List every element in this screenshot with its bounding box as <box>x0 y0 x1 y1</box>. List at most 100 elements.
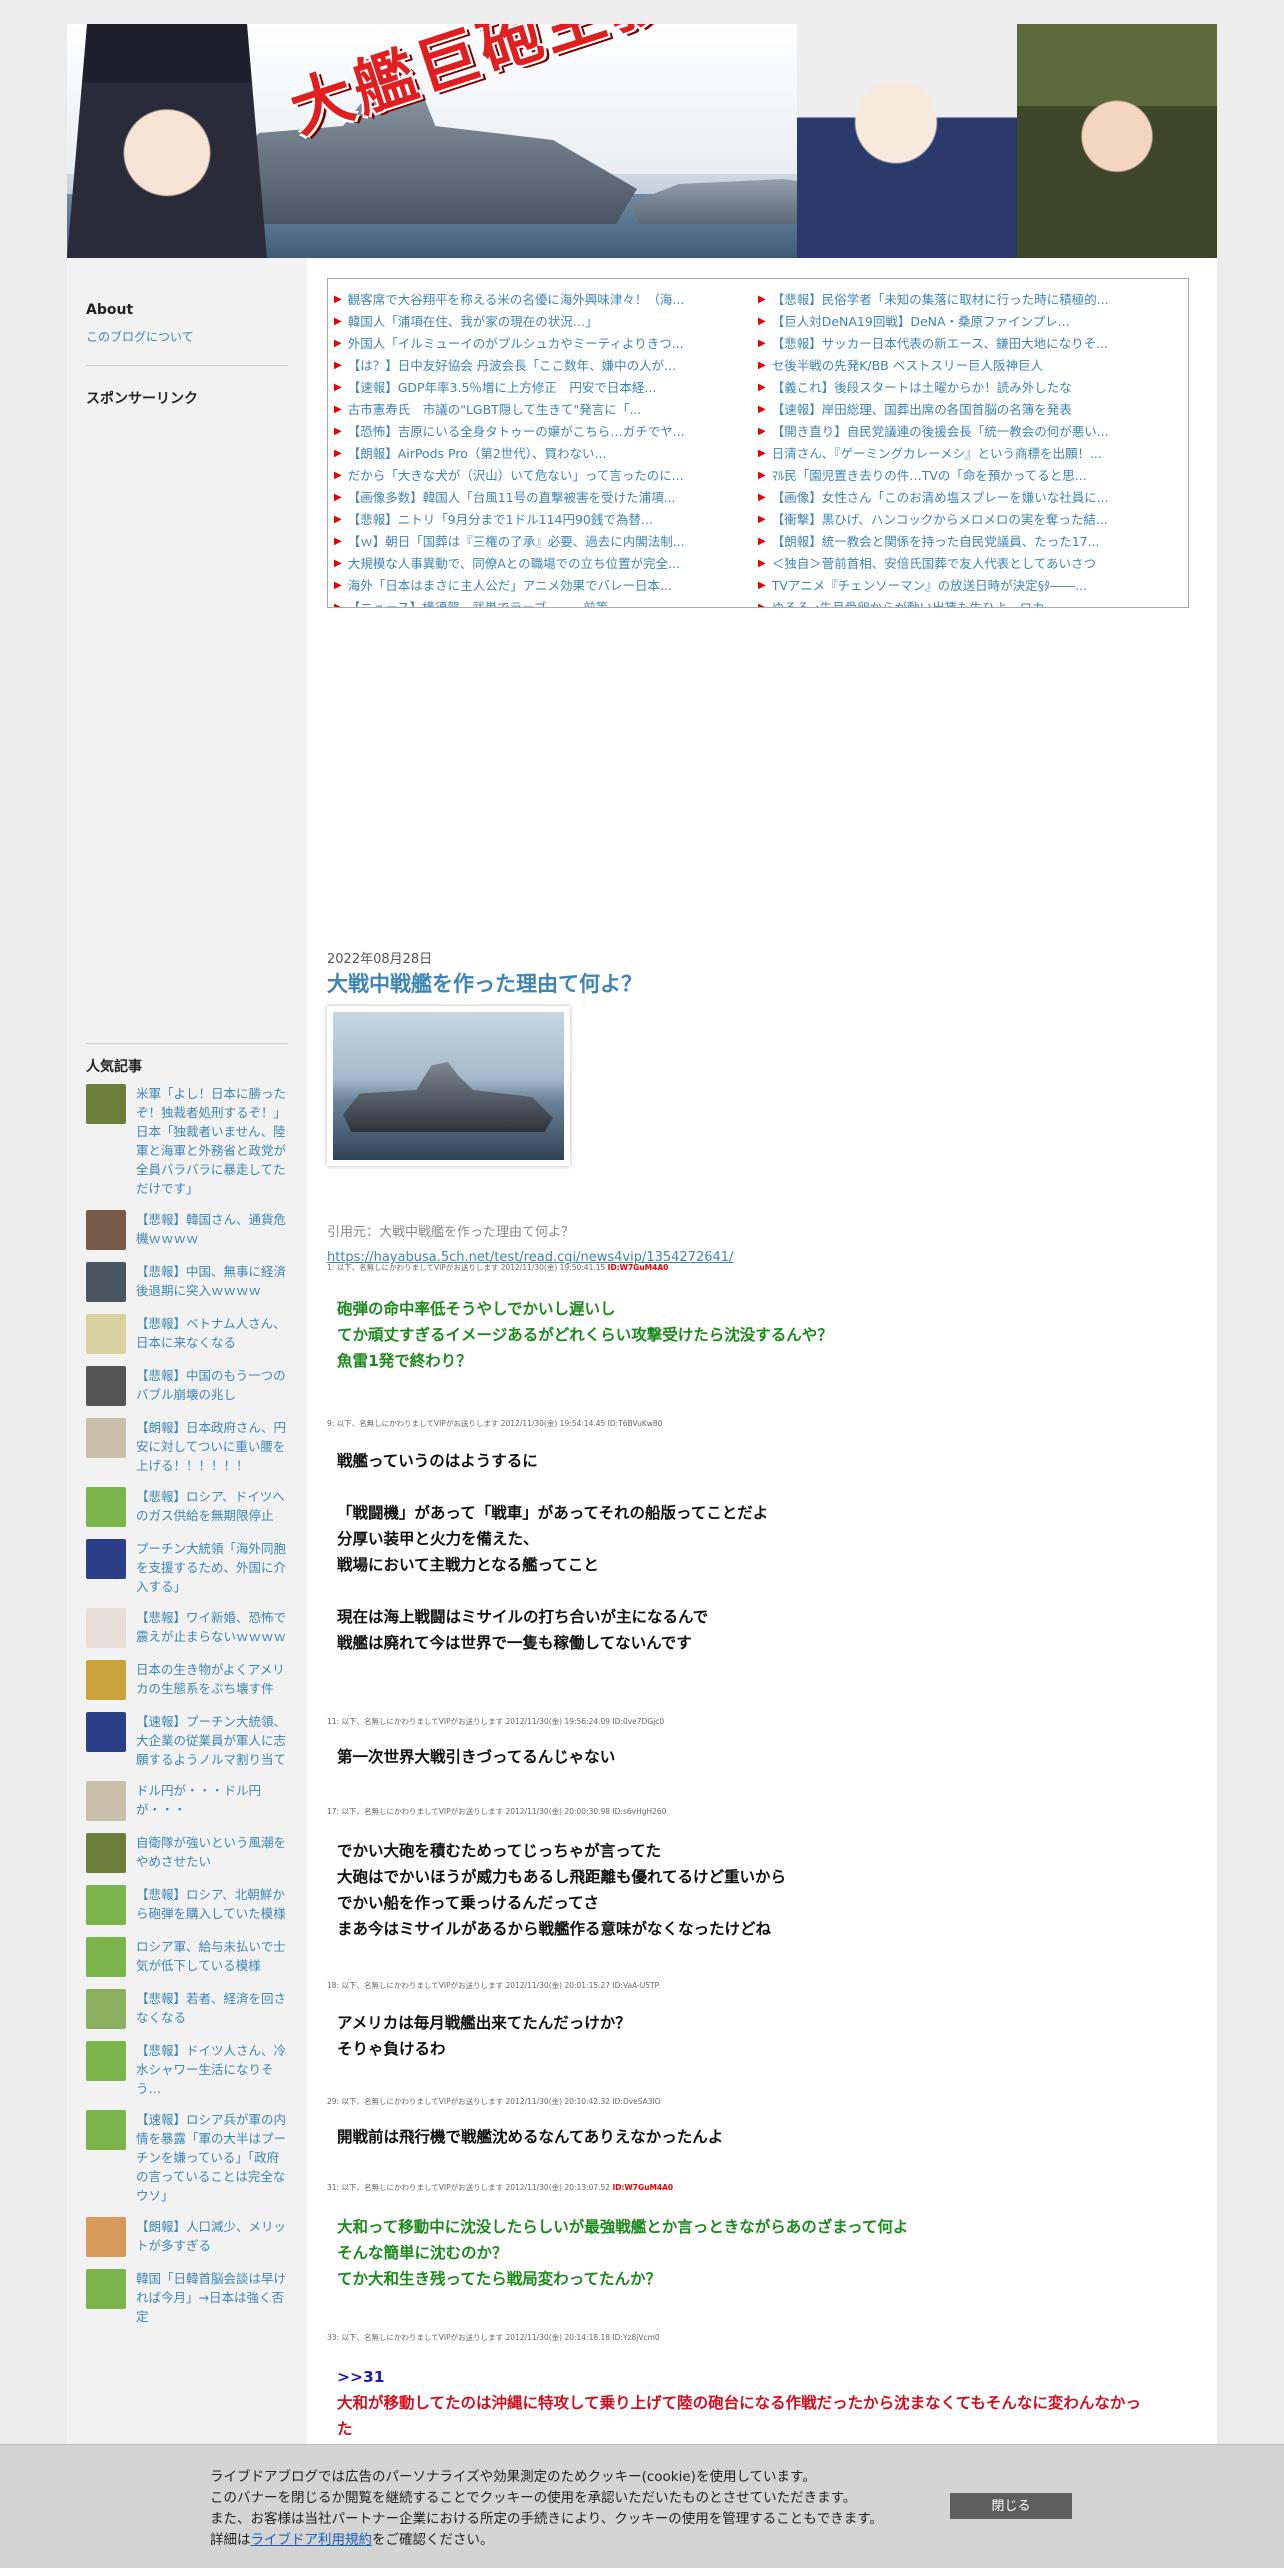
rss-link-item[interactable]: ▶ 【恐怖】吉原にいる全身タトゥーの嬢がこちら…ガチでヤ... <box>334 421 758 443</box>
terms-link[interactable]: ライブドア利用規約 <box>251 2532 373 2548</box>
rss-link-item[interactable]: ▶ 古市憲寿氏 市議の"LGBT隠して生きて"発言に「... <box>334 399 758 421</box>
popular-article-thumbnail[interactable] <box>86 1487 126 1527</box>
rss-link-item[interactable]: ▶ 【朗報】統一教会と関係を持った自民党議員、たった17... <box>758 531 1182 553</box>
popular-article-link[interactable]: 日本の生き物がよくアメリカの生態系をぶち壊す件 <box>136 1660 288 1698</box>
popular-article-link[interactable]: 【朗報】人口減少、メリットが多すぎる <box>136 2217 288 2255</box>
popular-article-item[interactable]: 【悲報】中国のもう一つのバブル崩壊の兆し <box>86 1366 288 1406</box>
popular-article-item[interactable]: 自衛隊が強いという風潮をやめさせたい <box>86 1833 288 1873</box>
popular-article-link[interactable]: 米軍「よし！日本に勝ったぞ！独裁者処刑するぞ！」日本「独裁者いません、陸軍と海軍… <box>136 1084 288 1198</box>
rss-link-item[interactable]: ▶ 【開き直り】自民党議連の後援会長「統一教会の何が悪い... <box>758 421 1182 443</box>
rss-link-item[interactable]: ▶ 韓国人「浦項在住、我が家の現在の状況…」 <box>334 311 758 333</box>
popular-article-link[interactable]: 【悲報】ベトナム人さん、日本に来なくなる <box>136 1314 288 1352</box>
popular-article-item[interactable]: 米軍「よし！日本に勝ったぞ！独裁者処刑するぞ！」日本「独裁者いません、陸軍と海軍… <box>86 1084 288 1198</box>
rss-link-item[interactable]: ▶ セ後半戦の先発K/BB ベストスリー巨人阪神巨人 <box>758 355 1182 377</box>
popular-article-thumbnail[interactable] <box>86 1314 126 1354</box>
popular-article-thumbnail[interactable] <box>86 1885 126 1925</box>
response-meta: 17: 以下、名無しにかわりましてVIPがお送りします 2012/11/30(金… <box>327 1807 667 1816</box>
popular-article-item[interactable]: 【朗報】日本政府さん、円安に対してついに重い腰を上げる！！！！！！ <box>86 1418 288 1475</box>
rss-link-item[interactable]: ▶ 【義これ】後段スタートは土曜からか！読み外したな <box>758 377 1182 399</box>
popular-article-link[interactable]: 自衛隊が強いという風潮をやめさせたい <box>136 1833 288 1871</box>
popular-article-item[interactable]: 【悲報】ドイツ人さん、冷水シャワー生活になりそう… <box>86 2041 288 2098</box>
rss-link-item[interactable]: ▶ 大規模な人事異動で、同僚Aとの職場での立ち位置が完全... <box>334 553 758 575</box>
popular-article-thumbnail[interactable] <box>86 1833 126 1873</box>
popular-article-thumbnail[interactable] <box>86 1989 126 2029</box>
post-title[interactable]: 大戦中戦艦を作った理由て何よ？ <box>327 968 642 998</box>
rss-link-item[interactable]: ▶ 【ｗ】朝日「国葬は『三権の了承』必要、過去に内閣法制... <box>334 531 758 553</box>
popular-article-thumbnail[interactable] <box>86 1418 126 1458</box>
popular-article-link[interactable]: 【悲報】韓国さん、通貨危機ｗｗｗｗ <box>136 1210 288 1248</box>
cookie-close-button[interactable]: 閉じる <box>950 2493 1072 2519</box>
popular-article-thumbnail[interactable] <box>86 1210 126 1250</box>
popular-article-link[interactable]: 【悲報】ドイツ人さん、冷水シャワー生活になりそう… <box>136 2041 288 2098</box>
about-link[interactable]: このブログについて <box>86 328 194 345</box>
popular-article-link[interactable]: 【悲報】ロシア、ドイツへのガス供給を無期限停止 <box>136 1487 288 1525</box>
popular-article-link[interactable]: ロシア軍、給与未払いで士気が低下している模様 <box>136 1937 288 1975</box>
popular-article-item[interactable]: 【悲報】若者、経済を回さなくなる <box>86 1989 288 2029</box>
popular-article-link[interactable]: 【速報】プーチン大統領、大企業の従業員が軍人に志願するようノルマ割り当て <box>136 1712 288 1769</box>
popular-article-thumbnail[interactable] <box>86 2217 126 2257</box>
popular-article-thumbnail[interactable] <box>86 1781 126 1821</box>
popular-article-item[interactable]: 【朗報】人口減少、メリットが多すぎる <box>86 2217 288 2257</box>
post-thumbnail[interactable] <box>327 1006 570 1166</box>
rss-link-item[interactable]: ▶ 【悲報】サッカー日本代表の新エース、鎌田大地になりそ... <box>758 333 1182 355</box>
popular-article-thumbnail[interactable] <box>86 1366 126 1406</box>
popular-article-item[interactable]: 【悲報】中国、無事に経済後退期に突入ｗｗｗｗ <box>86 1262 288 1302</box>
popular-article-item[interactable]: 【悲報】ワイ新婚、恐怖で震えが止まらないｗｗｗｗ <box>86 1608 288 1648</box>
popular-article-link[interactable]: 【悲報】ワイ新婚、恐怖で震えが止まらないｗｗｗｗ <box>136 1608 288 1646</box>
popular-article-link[interactable]: 【速報】ロシア兵が軍の内情を暴露「軍の大半はプーチンを嫌っている」「政府の言って… <box>136 2110 288 2205</box>
popular-article-thumbnail[interactable] <box>86 1937 126 1977</box>
rss-link-item[interactable]: ▶ 【悲報】民俗学者「未知の集落に取材に行った時に積極的... <box>758 289 1182 311</box>
rss-link-item[interactable]: ▶ 【朗報】AirPods Pro（第2世代）、買わない... <box>334 443 758 465</box>
rss-link-item[interactable]: ▶ 【巨人対DeNA19回戦】DeNA・桑原ファインプレ... <box>758 311 1182 333</box>
popular-article-thumbnail[interactable] <box>86 1660 126 1700</box>
popular-article-link[interactable]: 【悲報】若者、経済を回さなくなる <box>136 1989 288 2027</box>
rss-column-left: ▶ 観客席で大谷翔平を称える米の名優に海外興味津々！（海... ▶ 韓国人「浦項在住、… <box>334 289 758 607</box>
popular-article-link[interactable]: 【悲報】中国、無事に経済後退期に突入ｗｗｗｗ <box>136 1262 288 1300</box>
popular-article-item[interactable]: プーチン大統領「海外同胞を支援するため、外国に介入する」 <box>86 1539 288 1596</box>
header-banner[interactable]: 大艦巨砲主義！ <box>67 24 1217 258</box>
popular-article-link[interactable]: 韓国「日韓首脳会談は早ければ今月」→日本は強く否定 <box>136 2269 288 2326</box>
rss-link-item[interactable]: ▶ だから「大きな犬が（沢山）いて危ない」って言ったのに... <box>334 465 758 487</box>
page: 大艦巨砲主義！ About このブログについて スポンサーリンク 人気記事 米軍… <box>67 24 1217 2568</box>
popular-article-item[interactable]: 【速報】プーチン大統領、大企業の従業員が軍人に志願するようノルマ割り当て <box>86 1712 288 1769</box>
popular-article-thumbnail[interactable] <box>86 1084 126 1124</box>
popular-article-item[interactable]: 日本の生き物がよくアメリカの生態系をぶち壊す件 <box>86 1660 288 1700</box>
popular-article-link[interactable]: 【悲報】ロシア、北朝鮮から砲弾を購入していた模様 <box>136 1885 288 1923</box>
popular-article-item[interactable]: ロシア軍、給与未払いで士気が低下している模様 <box>86 1937 288 1977</box>
rss-link-item[interactable]: ▶ 【画像】女性さん「このお清め塩スプレーを嫌いな社員に... <box>758 487 1182 509</box>
popular-article-item[interactable]: 韓国「日韓首脳会談は早ければ今月」→日本は強く否定 <box>86 2269 288 2326</box>
reply-anchor-link[interactable]: >>31 <box>337 2364 1141 2390</box>
rss-link-item[interactable]: ▶ 【速報】GDP年率3.5％増に上方修正 円安で日本経... <box>334 377 758 399</box>
rss-link-item[interactable]: ▶ 【悲報】ニトリ「9月分まで1ドル114円90銭で為替... <box>334 509 758 531</box>
rss-link-item[interactable]: ▶ 外国人「イルミューイのがプルシュカやミーティよりきつ... <box>334 333 758 355</box>
popular-article-thumbnail[interactable] <box>86 1262 126 1302</box>
popular-article-link[interactable]: プーチン大統領「海外同胞を支援するため、外国に介入する」 <box>136 1539 288 1596</box>
popular-article-thumbnail[interactable] <box>86 1608 126 1648</box>
popular-article-item[interactable]: 【悲報】韓国さん、通貨危機ｗｗｗｗ <box>86 1210 288 1250</box>
rss-link-item[interactable]: ▶ 【ニュース】横須賀 武巣でラーブ ... 前等 <box>334 597 758 607</box>
rss-link-item[interactable]: ▶ 観客席で大谷翔平を称える米の名優に海外興味津々！（海... <box>334 289 758 311</box>
popular-article-link[interactable]: 【悲報】中国のもう一つのバブル崩壊の兆し <box>136 1366 288 1404</box>
rss-link-item[interactable]: ▶ 【画像多数】韓国人「台風11号の直撃被害を受けた浦項... <box>334 487 758 509</box>
rss-link-item[interactable]: ▶ 海外「日本はまさに主人公だ」アニメ効果でバレー日本... <box>334 575 758 597</box>
popular-article-item[interactable]: 【悲報】ロシア、ドイツへのガス供給を無期限停止 <box>86 1487 288 1527</box>
rss-link-item[interactable]: ▶ 【速報】岸田総理、国葬出席の各国首脳の名簿を発表 <box>758 399 1182 421</box>
rss-link-item[interactable]: ▶ TVアニメ『チェンソーマン』の放送日時が決定§ﾀ――... <box>758 575 1182 597</box>
rss-link-item[interactable]: ▶ ゆるる→先月骨卵からが動い出賃も生ひよ、ロカ... <box>758 597 1182 607</box>
popular-article-item[interactable]: ドル円が・・・ドル円が・・・ <box>86 1781 288 1821</box>
popular-article-thumbnail[interactable] <box>86 2041 126 2081</box>
rss-link-item[interactable]: ▶ 日清さん、『ゲーミングカレーメシ』という商標を出願！... <box>758 443 1182 465</box>
rss-link-item[interactable]: ▶ ﾏﾙ民「園児置き去りの件…TVの「命を預かってると思... <box>758 465 1182 487</box>
popular-article-thumbnail[interactable] <box>86 1712 126 1752</box>
popular-article-item[interactable]: 【速報】ロシア兵が軍の内情を暴露「軍の大半はプーチンを嫌っている」「政府の言って… <box>86 2110 288 2205</box>
popular-article-item[interactable]: 【悲報】ベトナム人さん、日本に来なくなる <box>86 1314 288 1354</box>
rss-link-item[interactable]: ▶ 【衝撃】黒ひげ、ハンコックからメロメロの実を奪った結... <box>758 509 1182 531</box>
rss-link-item[interactable]: ▶ ＜独自＞菅前首相、安倍氏国葬で友人代表としてあいさつ <box>758 553 1182 575</box>
popular-article-link[interactable]: ドル円が・・・ドル円が・・・ <box>136 1781 288 1819</box>
popular-article-thumbnail[interactable] <box>86 2110 126 2150</box>
popular-article-thumbnail[interactable] <box>86 1539 126 1579</box>
popular-article-link[interactable]: 【朗報】日本政府さん、円安に対してついに重い腰を上げる！！！！！！ <box>136 1418 288 1475</box>
popular-article-item[interactable]: 【悲報】ロシア、北朝鮮から砲弾を購入していた模様 <box>86 1885 288 1925</box>
popular-article-thumbnail[interactable] <box>86 2269 126 2309</box>
rss-link-item[interactable]: ▶ 【は？】日中友好協会 丹波会長「ここ数年、嫌中の人が... <box>334 355 758 377</box>
